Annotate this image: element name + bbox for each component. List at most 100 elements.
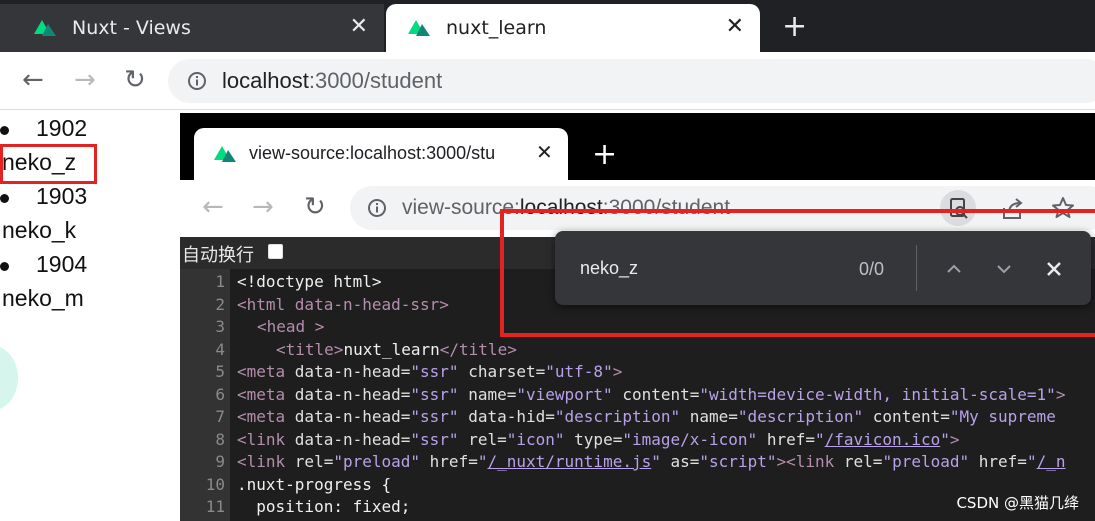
back-button[interactable]: ←: [22, 66, 44, 94]
close-tab-icon[interactable]: ✕: [536, 140, 553, 164]
line-number: 7: [215, 407, 225, 426]
code-token: data-n-head=: [294, 429, 411, 449]
code-token: <html: [237, 294, 295, 314]
line-number-gutter: 1 2 3 4 5 6 7 8 9 10 11: [180, 269, 230, 521]
code-token: as=: [660, 452, 700, 471]
code-token: content=: [612, 384, 700, 404]
code-token: <link: [237, 452, 295, 471]
code-token: </title>: [439, 339, 517, 359]
code-token: "ssr": [410, 362, 459, 381]
nuxt-logo-icon: [34, 20, 56, 36]
code-token: "script": [699, 452, 777, 471]
code-token: "width=device-width, initial-scale=1": [699, 384, 1056, 404]
code-line: <meta data-n-head="ssr" data-hid="descri…: [237, 406, 1056, 429]
info-icon[interactable]: [367, 198, 387, 218]
bullet-icon: [0, 194, 9, 203]
code-token: "ssr": [410, 384, 459, 404]
code-line: <head >: [257, 316, 324, 339]
reload-button[interactable]: ↻: [124, 66, 146, 94]
code-line: <meta data-n-head="ssr" name="viewport" …: [237, 384, 1065, 407]
code-token: >: [439, 294, 449, 314]
code-token: "preload": [882, 452, 970, 471]
code-token: <meta: [237, 407, 295, 426]
code-token: "image/x-icon": [622, 429, 758, 449]
watermark-text: CSDN @黑猫几绛: [956, 494, 1079, 512]
code-token: nuxt_learn: [343, 339, 440, 359]
address-bar[interactable]: localhost:3000/student: [168, 59, 1095, 103]
code-token: ": [940, 429, 950, 449]
back-button[interactable]: ←: [202, 193, 224, 221]
outer-toolbar: ← → ↻ localhost:3000/student: [0, 52, 1095, 110]
code-token: data-n-head=: [294, 384, 411, 404]
line-number: 10: [205, 474, 225, 494]
code-line: <html data-n-head-ssr>: [237, 294, 449, 317]
forward-button[interactable]: →: [252, 193, 274, 221]
floating-button[interactable]: [0, 346, 18, 410]
code-token: >: [1055, 384, 1066, 404]
code-token: rel=: [294, 452, 334, 471]
close-tab-icon[interactable]: ✕: [350, 13, 368, 41]
code-token: href=: [969, 452, 1027, 471]
tab-nuxt-learn[interactable]: nuxt_learn ✕: [386, 4, 760, 52]
code-token: data-n-head-ssr: [294, 294, 440, 314]
close-tab-icon[interactable]: ✕: [726, 13, 744, 41]
code-token: rel=: [458, 429, 507, 449]
line-number: 11: [205, 497, 225, 516]
line-number: 8: [215, 429, 225, 449]
code-token: href=: [420, 452, 478, 471]
wrap-checkbox[interactable]: [268, 244, 283, 259]
code-token: position: fixed;: [237, 497, 411, 516]
new-tab-button[interactable]: +: [782, 12, 807, 42]
code-token: type=: [564, 429, 623, 449]
code-line: <link data-n-head="ssr" rel="icon" type=…: [237, 429, 960, 452]
code-token: ": [651, 452, 661, 471]
code-line: .nuxt-progress {: [237, 474, 391, 497]
code-token: "ssr": [410, 429, 459, 449]
nuxt-logo-icon: [408, 20, 430, 36]
code-token: <!doctype html>: [237, 272, 382, 291]
line-number: 3: [215, 317, 225, 336]
code-line: <!doctype html>: [237, 271, 382, 294]
url-host: localhost: [222, 68, 309, 93]
tab-nuxt-views[interactable]: Nuxt - Views ✕: [0, 4, 384, 52]
list-item-grade: 1902: [36, 115, 88, 141]
code-token: ": [1026, 452, 1037, 471]
list-item-name: neko_k: [2, 217, 77, 243]
list-item-grade: 1904: [36, 251, 88, 277]
info-icon[interactable]: [187, 71, 207, 91]
source-link[interactable]: /favicon.ico: [825, 430, 941, 449]
reload-button[interactable]: ↻: [304, 193, 326, 221]
source-link[interactable]: /_nuxt/runtime.js: [487, 452, 651, 471]
code-token: <link: [237, 429, 295, 449]
new-tab-button[interactable]: +: [592, 140, 617, 170]
code-token: data-n-head=: [294, 362, 411, 381]
line-number: 9: [215, 452, 225, 471]
tab-title: nuxt_learn: [446, 17, 547, 39]
code-line: <title>nuxt_learn</title>: [276, 339, 517, 362]
code-token: charset=: [458, 362, 546, 381]
code-token: ": [814, 429, 825, 449]
source-link[interactable]: /_n: [1037, 452, 1066, 471]
tab-view-source[interactable]: view-source:localhost:3000/stu ✕: [194, 128, 568, 180]
code-token: rel=: [843, 452, 883, 471]
code-token: <meta: [237, 384, 295, 404]
code-token: "preload": [333, 452, 421, 471]
code-token: "My supreme: [949, 407, 1056, 426]
code-token: <meta: [237, 362, 295, 381]
code-token: data-n-head=: [294, 407, 411, 426]
code-token: "viewport": [516, 384, 613, 404]
bullet-icon: [0, 262, 9, 271]
code-token: ><link: [776, 452, 844, 471]
code-token: "description": [737, 407, 864, 426]
tab-title: Nuxt - Views: [72, 17, 191, 39]
code-token: content=: [863, 407, 950, 426]
code-token: name=: [680, 407, 738, 426]
line-number: 2: [215, 294, 225, 314]
list-item-grade: 1903: [36, 183, 88, 209]
line-number: 6: [215, 384, 225, 404]
annotation-highlight-box: [0, 144, 97, 184]
bullet-icon: [0, 126, 9, 135]
code-token: <head >: [257, 317, 325, 336]
annotation-highlight-box: [500, 209, 1095, 337]
forward-button[interactable]: →: [74, 66, 96, 94]
